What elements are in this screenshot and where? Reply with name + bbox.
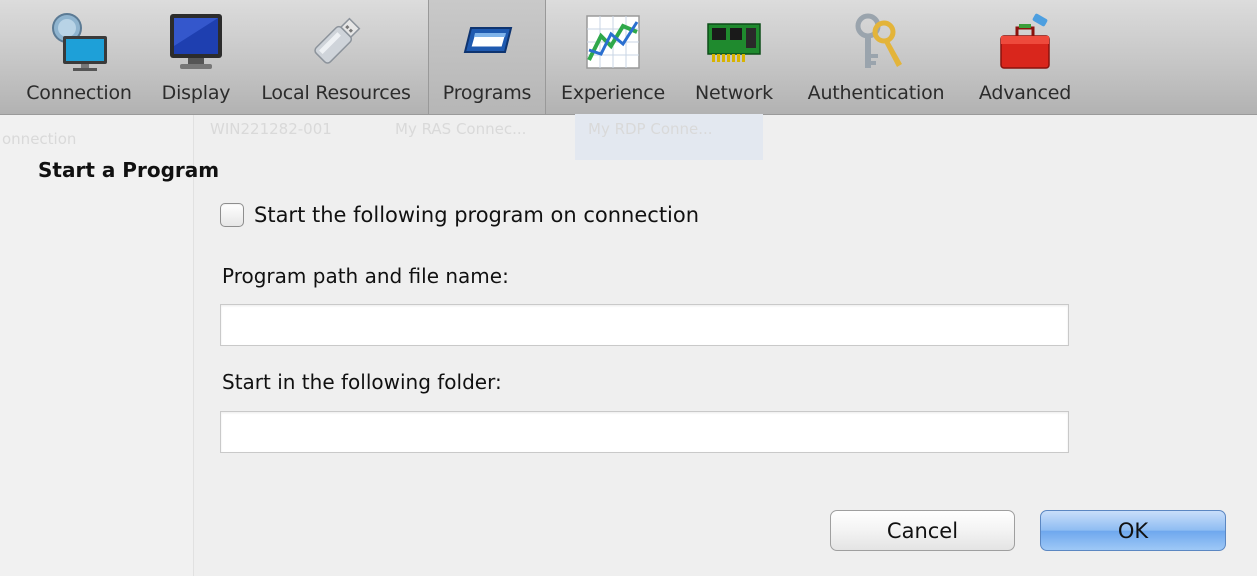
program-path-field[interactable] — [220, 304, 1069, 346]
start-program-checkbox-label[interactable]: Start the following program on connectio… — [254, 203, 699, 227]
tab-label-connection: Connection — [26, 82, 132, 104]
preferences-toolbar: Connection Display Local Resources Progr… — [0, 0, 1257, 115]
tab-advanced[interactable]: Advanced — [966, 0, 1084, 114]
start-folder-label: Start in the following folder: — [222, 370, 502, 394]
section-title: Start a Program — [38, 158, 220, 182]
keys-icon — [844, 10, 908, 74]
tab-authentication[interactable]: Authentication — [796, 0, 956, 114]
background-list-item: WIN221282-001 — [210, 120, 332, 138]
tab-programs[interactable]: Programs — [428, 0, 546, 114]
tab-label-network: Network — [695, 82, 773, 104]
network-card-icon — [702, 10, 766, 74]
start-folder-field[interactable] — [220, 411, 1069, 453]
tab-label-authentication: Authentication — [807, 82, 945, 104]
tab-network[interactable]: Network — [684, 0, 784, 114]
background-list-item: My RAS Connec... — [395, 120, 527, 138]
start-program-checkbox-row[interactable]: Start the following program on connectio… — [220, 200, 699, 230]
tab-label-advanced: Advanced — [978, 82, 1072, 104]
tab-display[interactable]: Display — [152, 0, 240, 114]
program-window-icon — [455, 10, 519, 74]
cancel-button[interactable]: Cancel — [830, 510, 1015, 551]
connection-icon — [47, 10, 111, 74]
chart-icon — [581, 10, 645, 74]
tab-connection[interactable]: Connection — [6, 0, 152, 114]
tab-label-experience: Experience — [561, 82, 665, 104]
toolbox-icon — [993, 10, 1057, 74]
background-sidebar-label: onnection — [2, 130, 77, 148]
background-sidebar — [0, 115, 194, 576]
tab-label-programs: Programs — [442, 82, 532, 104]
tab-experience[interactable]: Experience — [554, 0, 672, 114]
tab-label-local-resources: Local Resources — [261, 82, 411, 104]
usb-drive-icon — [304, 10, 368, 74]
ok-button[interactable]: OK — [1040, 510, 1226, 551]
tab-local-resources[interactable]: Local Resources — [246, 0, 426, 114]
background-list-item: My RDP Conne... — [588, 120, 713, 138]
program-path-label: Program path and file name: — [222, 264, 509, 288]
display-icon — [164, 10, 228, 74]
start-program-checkbox[interactable] — [220, 203, 244, 227]
tab-label-display: Display — [161, 82, 231, 104]
